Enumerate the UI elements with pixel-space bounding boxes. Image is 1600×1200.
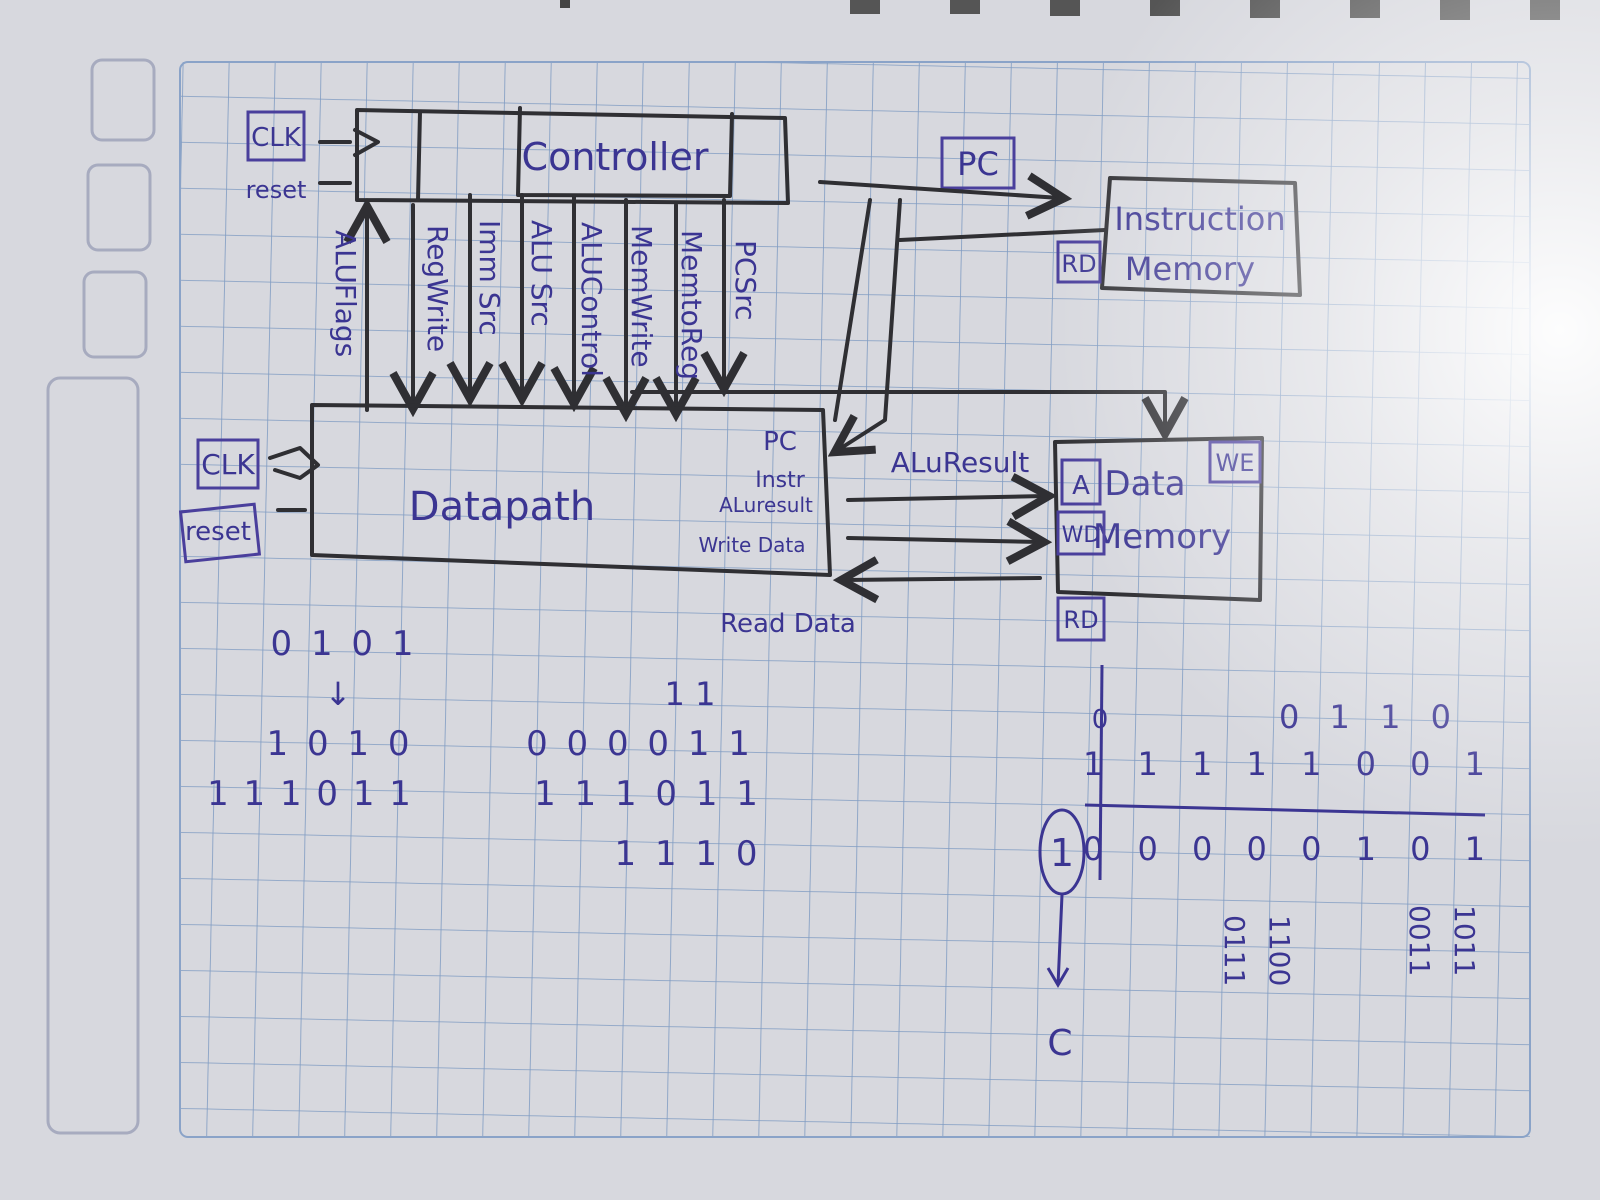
- datapath-reset-label: reset: [185, 517, 251, 547]
- scratch-vertical-1: 0111: [1218, 915, 1251, 986]
- scratch-middle-line-3: 1 1 1 0: [615, 834, 762, 874]
- signal-memtoreg: MemtoReg: [675, 230, 708, 380]
- datapath-port-aluresult: ALuresult: [719, 493, 813, 517]
- data-memory-rd-label: RD: [1063, 606, 1098, 634]
- scratch-vertical-3: 0011: [1403, 905, 1436, 976]
- scratch-left-line-1: 0 1 0 1: [271, 624, 418, 664]
- signal-pcsrc: PCSrc: [729, 240, 762, 321]
- signal-alusrc: ALU Src: [525, 220, 558, 327]
- data-memory-label-2: Memory: [1093, 517, 1231, 557]
- controller-clk-label: CLK: [251, 123, 302, 153]
- signal-aluflags: ALUFlags: [329, 230, 362, 357]
- instruction-memory-label-2: Memory: [1125, 250, 1255, 288]
- scratch-vertical-4: 1011: [1448, 905, 1481, 976]
- datapath-port-instr: Instr: [755, 468, 806, 493]
- notebook-photo: CLK reset Controller ALUFlags RegWrite I…: [0, 0, 1600, 1200]
- signal-alucontrol: ALUControl: [575, 222, 608, 377]
- instruction-memory-label-1: Instruction: [1114, 200, 1285, 238]
- signal-regwrite: RegWrite: [421, 225, 454, 352]
- controller-reset-label: reset: [246, 176, 307, 204]
- signal-immsrc: Imm Src: [473, 220, 506, 336]
- scratch-left-line-3: 1 1 1 0 1 1: [207, 774, 413, 814]
- scratch-right-carry: 0 1 1 0: [1279, 698, 1461, 736]
- datapath-port-writedata: Write Data: [699, 533, 806, 557]
- scratch-middle-line-2: 1 1 1 0 1 1: [534, 774, 762, 814]
- datapath-port-pc: PC: [763, 427, 797, 457]
- scratch-vertical-2: 1100: [1263, 915, 1296, 986]
- signal-memwrite: MemWrite: [625, 225, 658, 368]
- pc-label: PC: [957, 145, 999, 183]
- controller-label: Controller: [522, 135, 709, 179]
- scratch-middle-line-1: 0 0 0 0 1 1: [526, 724, 754, 764]
- data-memory-we-label: WE: [1216, 449, 1255, 477]
- aluresult-wire-label: ALuResult: [891, 446, 1030, 479]
- instruction-memory-rd-label: RD: [1061, 250, 1096, 278]
- circled-carry-digit: 1: [1050, 831, 1074, 875]
- carry-c-label: C: [1047, 1023, 1072, 1064]
- scratch-left-line-2: 1 0 1 0: [267, 724, 414, 764]
- scratch-right-zero: 0: [1092, 705, 1109, 735]
- scratch-right-line-1: 1 1 1 1 1 0 0 1: [1083, 745, 1497, 783]
- scratch-right-line-2: 0 0 0 0 0 1 0 1: [1083, 830, 1497, 868]
- data-memory-wd-label: WD: [1062, 523, 1101, 548]
- data-memory-label-1: Data: [1104, 464, 1185, 504]
- grid-paper: [180, 62, 1530, 1137]
- data-memory-a-label: A: [1072, 471, 1090, 501]
- datapath-clk-label: CLK: [201, 448, 255, 481]
- readdata-wire-label: Read Data: [720, 609, 856, 639]
- scratch-middle-carry: 1 1: [665, 675, 716, 713]
- datapath-label: Datapath: [409, 484, 595, 530]
- scratch-left-arrow: ↓: [325, 675, 352, 713]
